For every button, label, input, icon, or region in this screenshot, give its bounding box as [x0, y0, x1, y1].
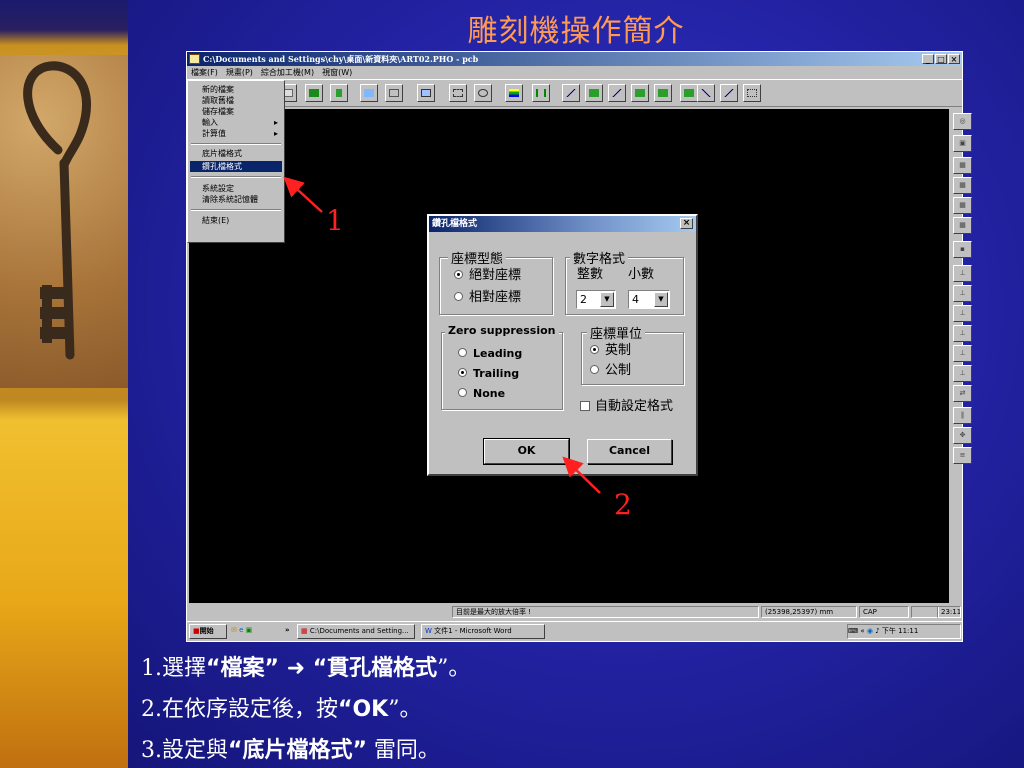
- step-1: 1.選擇“檔案” ➜ “貫孔檔格式”。: [141, 648, 470, 689]
- step-1-suffix: ”。: [437, 656, 471, 681]
- callout-arrow-1: [283, 176, 323, 213]
- step-3-suffix: 雷同。: [366, 738, 440, 763]
- step-1-prefix: 1.選擇: [141, 656, 206, 681]
- step-2-prefix: 2.在依序設定後，按: [141, 697, 338, 722]
- arrow-right-icon: ➜: [278, 656, 313, 681]
- step-1-file: “檔案”: [206, 656, 279, 681]
- step-1-drill-format: “貫孔檔格式: [312, 656, 438, 681]
- annotation-label-2: 2: [614, 488, 632, 521]
- step-2: 2.在依序設定後，按“OK”。: [141, 689, 470, 730]
- step-3: 3.設定與“底片檔格式” 雷同。: [141, 730, 470, 768]
- step-3-film-format: “底片檔格式”: [228, 738, 367, 763]
- instruction-steps: 1.選擇“檔案” ➜ “貫孔檔格式”。 2.在依序設定後，按“OK”。 3.設定…: [141, 648, 470, 768]
- step-2-ok: “OK: [338, 697, 389, 722]
- step-3-prefix: 3.設定與: [141, 738, 228, 763]
- step-2-suffix: ”。: [388, 697, 422, 722]
- callout-arrow-2: [562, 456, 601, 494]
- annotation-label-1: 1: [326, 204, 344, 237]
